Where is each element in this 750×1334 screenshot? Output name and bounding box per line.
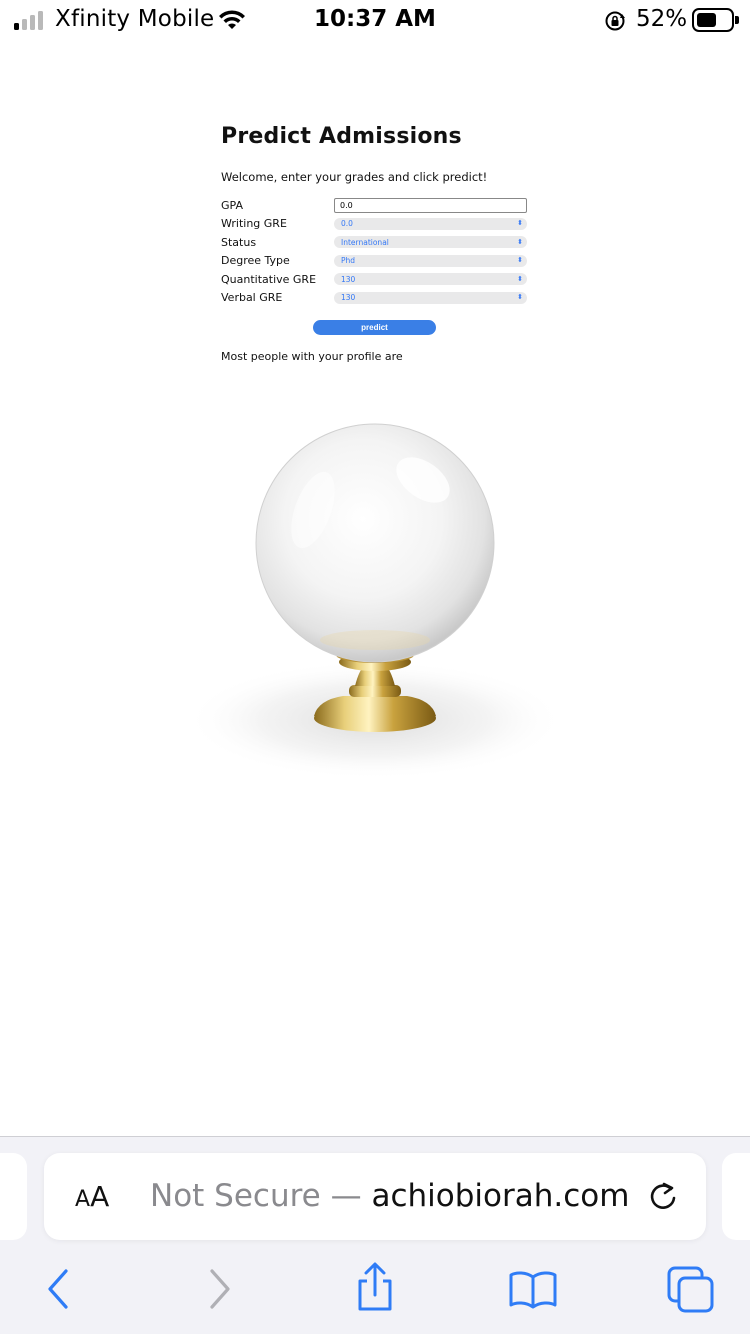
gpa-value: 0.0: [340, 200, 353, 210]
browser-toolbar: AA Not Secure — achiobiorah.com: [0, 1136, 750, 1334]
forward-icon[interactable]: [204, 1267, 236, 1315]
verbal-gre-value: 130: [341, 293, 356, 303]
next-tab-peek[interactable]: [722, 1153, 750, 1240]
welcome-text: Welcome, enter your grades and click pre…: [221, 170, 488, 184]
select-chevron-icon: ⬍: [517, 237, 523, 246]
form-row-quantitative-gre: Quantitative GRE 130 ⬍: [221, 270, 531, 289]
form-row-writing-gre: Writing GRE 0.0 ⬍: [221, 215, 531, 234]
url-text[interactable]: Not Secure — achiobiorah.com: [150, 1178, 629, 1214]
writing-gre-label: Writing GRE: [221, 217, 287, 231]
select-chevron-icon: ⬍: [517, 293, 523, 302]
form-row-degree-type: Degree Type Phd ⬍: [221, 252, 531, 271]
status-bar: Xfinity Mobile 10:37 AM 52%: [0, 0, 750, 44]
prediction-form: GPA 0.0 Writing GRE 0.0 ⬍ Status Interna…: [221, 196, 531, 335]
status-select[interactable]: International ⬍: [334, 236, 527, 249]
rotation-lock-icon: [604, 10, 628, 36]
writing-gre-select[interactable]: 0.0 ⬍: [334, 217, 527, 230]
not-secure-label: Not Secure —: [150, 1178, 362, 1214]
bookmarks-icon[interactable]: [508, 1267, 558, 1315]
quantitative-gre-value: 130: [341, 274, 356, 284]
degree-type-label: Degree Type: [221, 254, 290, 268]
gpa-label: GPA: [221, 198, 243, 212]
reader-options-button[interactable]: AA: [75, 1180, 109, 1213]
back-icon[interactable]: [42, 1267, 74, 1315]
domain-label: achiobiorah.com: [371, 1178, 630, 1214]
battery-icon: [692, 8, 739, 32]
previous-tab-peek[interactable]: [0, 1153, 27, 1240]
gpa-input[interactable]: 0.0: [334, 197, 527, 213]
degree-type-value: Phd: [341, 256, 356, 266]
page-content: Predict Admissions Welcome, enter your g…: [221, 120, 531, 363]
crystal-ball-image: [183, 400, 567, 780]
result-text: Most people with your profile are: [221, 350, 403, 363]
verbal-gre-select[interactable]: 130 ⬍: [334, 291, 527, 304]
reload-icon[interactable]: [646, 1178, 680, 1218]
select-chevron-icon: ⬍: [517, 274, 523, 283]
address-bar[interactable]: AA Not Secure — achiobiorah.com: [44, 1153, 706, 1240]
form-row-verbal-gre: Verbal GRE 130 ⬍: [221, 289, 531, 308]
form-row-status: Status International ⬍: [221, 233, 531, 252]
status-value: International: [341, 237, 389, 247]
quantitative-gre-select[interactable]: 130 ⬍: [334, 273, 527, 286]
page-title: Predict Admissions: [221, 124, 462, 149]
writing-gre-value: 0.0: [341, 219, 353, 229]
status-label: Status: [221, 235, 257, 249]
select-chevron-icon: ⬍: [517, 256, 523, 265]
tabs-icon[interactable]: [666, 1265, 716, 1319]
battery-percent: 52%: [636, 6, 688, 32]
form-row-gpa: GPA 0.0: [221, 196, 531, 215]
quantitative-gre-label: Quantitative GRE: [221, 272, 317, 286]
predict-button[interactable]: predict: [313, 320, 436, 335]
share-icon[interactable]: [354, 1261, 396, 1317]
degree-type-select[interactable]: Phd ⬍: [334, 254, 527, 267]
select-chevron-icon: ⬍: [517, 219, 523, 228]
verbal-gre-label: Verbal GRE: [221, 291, 283, 305]
